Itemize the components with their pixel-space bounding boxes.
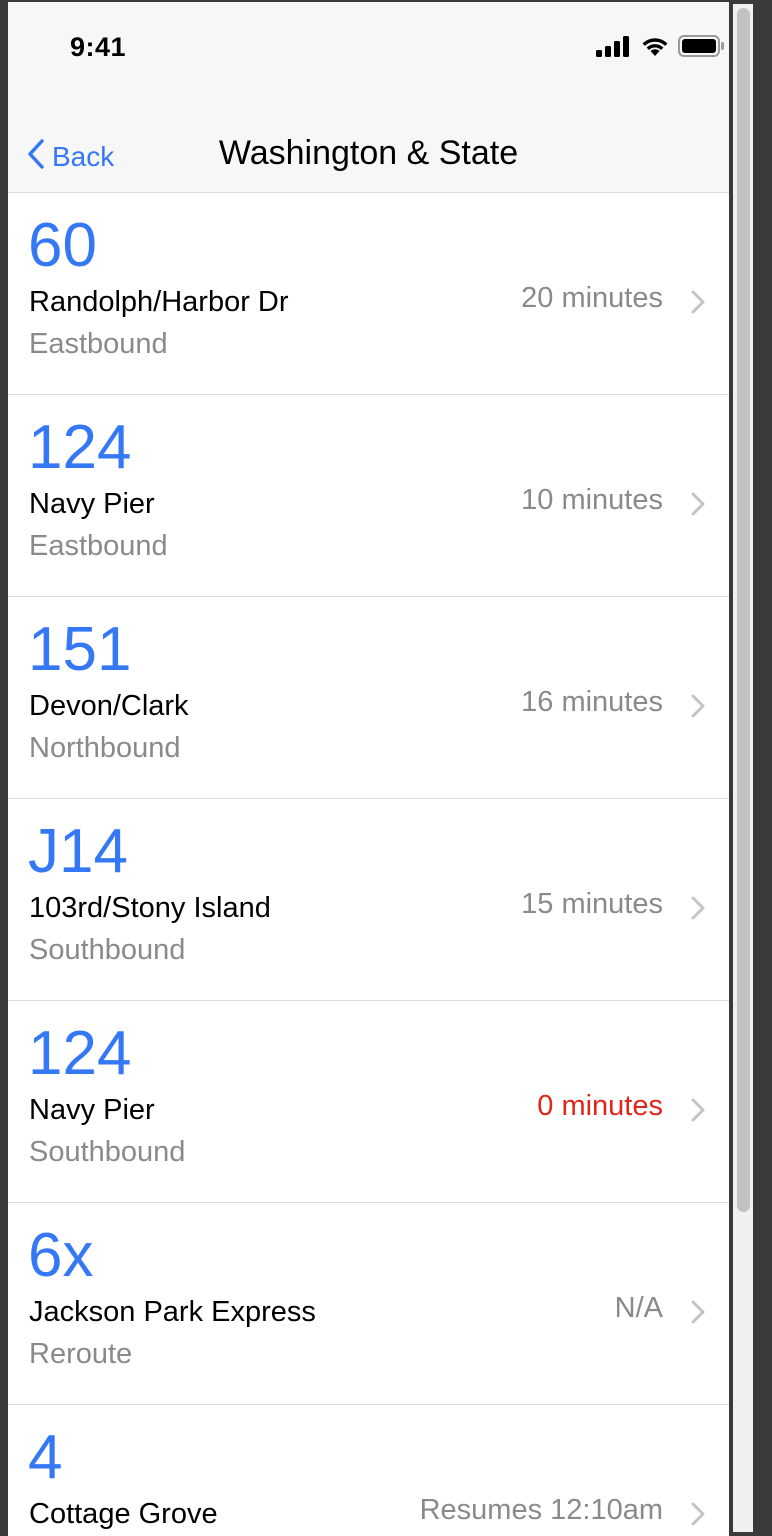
route-number: 60 <box>28 211 97 280</box>
route-number: 124 <box>28 1019 132 1088</box>
list-item[interactable]: 124 Navy Pier Southbound 0 minutes <box>8 1001 729 1203</box>
wifi-icon <box>640 35 670 62</box>
arrival-time: 16 minutes <box>521 686 663 718</box>
chevron-right-icon <box>691 1502 705 1526</box>
list-item[interactable]: 6x Jackson Park Express Reroute N/A <box>8 1203 729 1405</box>
route-direction: Eastbound <box>29 530 168 562</box>
chevron-right-icon <box>691 290 705 314</box>
status-time: 9:41 <box>70 32 127 62</box>
route-destination: 103rd/Stony Island <box>29 892 271 924</box>
route-destination: Cottage Grove <box>29 1498 218 1530</box>
navigation-bar: Back Washington & State <box>8 92 729 193</box>
route-destination: Randolph/Harbor Dr <box>29 286 289 318</box>
status-icons <box>596 34 724 62</box>
route-number: J14 <box>28 817 128 886</box>
arrival-time: 10 minutes <box>521 484 663 516</box>
chevron-right-icon <box>691 896 705 920</box>
list-item[interactable]: 60 Randolph/Harbor Dr Eastbound 20 minut… <box>8 193 729 395</box>
page-title: Washington & State <box>218 134 519 172</box>
arrival-time: 20 minutes <box>521 282 663 314</box>
phone-screen: 9:41 Back Washington & State 60 Randolph… <box>8 2 729 1536</box>
chevron-right-icon <box>691 1098 705 1122</box>
arrival-time: N/A <box>614 1292 663 1324</box>
status-bar: 9:41 <box>8 2 729 92</box>
route-destination: Jackson Park Express <box>29 1296 316 1328</box>
route-destination: Navy Pier <box>29 488 155 520</box>
arrival-time: Resumes 12:10am <box>419 1494 663 1526</box>
arrival-time: 15 minutes <box>521 888 663 920</box>
route-destination: Navy Pier <box>29 1094 155 1126</box>
route-direction: Southbound <box>29 934 186 966</box>
scrollbar-thumb[interactable] <box>737 8 750 1212</box>
route-direction: Northbound <box>29 732 181 764</box>
route-direction: Southbound <box>29 1136 186 1168</box>
route-number: 6x <box>28 1221 94 1290</box>
route-destination: Devon/Clark <box>29 690 189 722</box>
window-frame-left <box>0 0 8 1536</box>
list-item[interactable]: 4 Cottage Grove Resumes 12:10am <box>8 1405 729 1536</box>
list-item[interactable]: J14 103rd/Stony Island Southbound 15 min… <box>8 799 729 1001</box>
arrivals-list: 60 Randolph/Harbor Dr Eastbound 20 minut… <box>8 193 729 1536</box>
route-number: 4 <box>28 1423 63 1492</box>
chevron-right-icon <box>691 492 705 516</box>
battery-icon <box>678 34 724 62</box>
chevron-right-icon <box>691 1300 705 1324</box>
route-direction: Eastbound <box>29 328 168 360</box>
route-number: 124 <box>28 413 132 482</box>
cellular-signal-icon <box>596 35 632 62</box>
route-direction: Reroute <box>29 1338 133 1370</box>
route-number: 151 <box>28 615 132 684</box>
list-item[interactable]: 151 Devon/Clark Northbound 16 minutes <box>8 597 729 799</box>
chevron-right-icon <box>691 694 705 718</box>
list-item[interactable]: 124 Navy Pier Eastbound 10 minutes <box>8 395 729 597</box>
arrival-time: 0 minutes <box>537 1090 663 1122</box>
